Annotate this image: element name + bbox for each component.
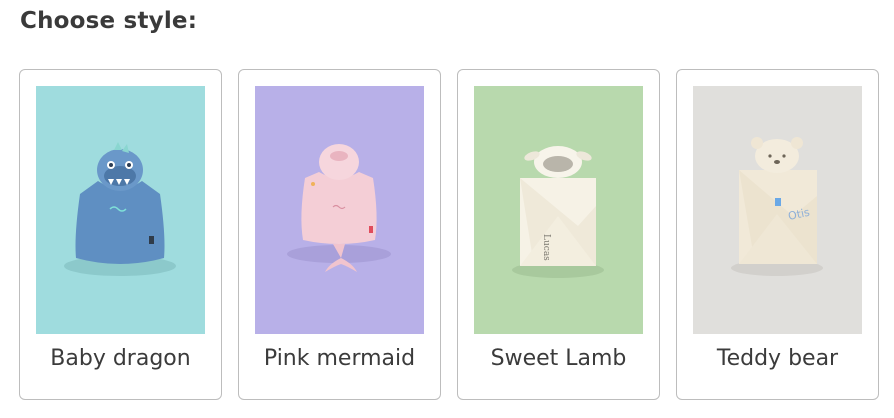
style-label: Pink mermaid [263,346,416,371]
teddy-bear-towel-illustration: Otis [693,86,862,334]
style-label: Sweet Lamb [490,346,627,371]
style-card-sweet-lamb[interactable]: Lucas Sweet Lamb [457,69,660,400]
style-options: Baby dragon Pink mermaid Lucas Sweet Lam… [19,69,879,400]
baby-dragon-towel-illustration [36,86,205,334]
style-label: Teddy bear [716,346,839,371]
choose-style-heading: Choose style: [20,8,198,34]
pink-mermaid-image [255,86,424,334]
lamb-embroidery-text: Lucas [541,234,551,261]
baby-dragon-image [36,86,205,334]
teddy-bear-image: Otis [693,86,862,334]
sweet-lamb-image: Lucas [474,86,643,334]
style-label: Baby dragon [50,346,191,371]
sweet-lamb-towel-illustration: Lucas [474,86,643,334]
pink-mermaid-towel-illustration [255,86,424,334]
style-card-pink-mermaid[interactable]: Pink mermaid [238,69,441,400]
style-card-baby-dragon[interactable]: Baby dragon [19,69,222,400]
style-card-teddy-bear[interactable]: Otis Teddy bear [676,69,879,400]
